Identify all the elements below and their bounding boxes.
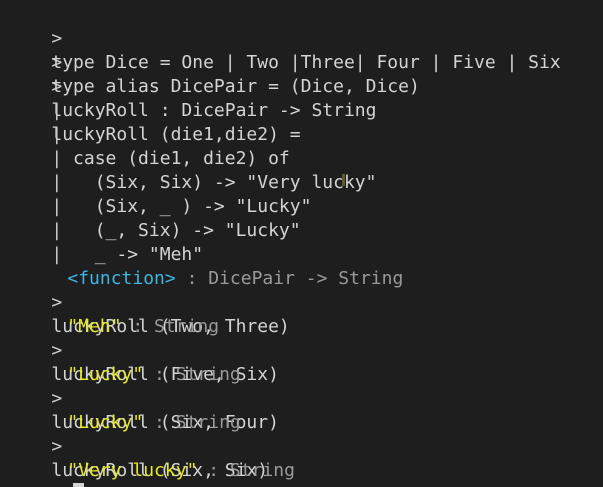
repl-input-line: > type alias DicePair = (Dice, Dice) xyxy=(8,27,419,97)
repl-input-line: > luckyRoll (Six, Four) xyxy=(8,363,279,433)
repl-input-line: > luckyRoll : DicePair -> String xyxy=(8,51,376,121)
repl-continuation-line: | (Six, _ ) -> "Lucky" xyxy=(8,147,311,217)
result-value: "Very lucky" xyxy=(67,460,198,481)
repl-continuation-line: | xyxy=(8,219,63,265)
code-text: (_, Six) -> "Lucky" xyxy=(51,220,301,241)
repl-input-line: > luckyRoll (Two, Three) xyxy=(8,267,289,337)
repl-active-prompt[interactable]: > xyxy=(8,459,85,487)
repl-result-line: "Lucky" : String xyxy=(24,387,240,433)
repl-input-line: > luckyRoll (Five, Six) xyxy=(8,315,279,385)
terminal-output[interactable]: > type Dice = One | Two |Three| Four | F… xyxy=(0,0,603,487)
repl-continuation-line: | luckyRoll (die1,die2) = xyxy=(8,75,300,145)
repl-result-line: <function> : DicePair -> String xyxy=(24,243,403,289)
repl-continuation-line: | (Six, Six) -> "Very lucky" xyxy=(8,123,376,193)
repl-continuation-line: | (_, Six) -> "Lucky" xyxy=(8,171,300,241)
repl-result-line: "Very lucky" : String xyxy=(24,435,295,481)
repl-continuation-line: | _ -> "Meh" xyxy=(8,195,203,265)
repl-continuation-line: | case (die1, die2) of xyxy=(8,99,289,169)
repl-result-line: "Meh" : String xyxy=(24,291,219,337)
text-cursor[interactable] xyxy=(73,483,85,487)
repl-input-line: > luckyRoll (Six, Six) xyxy=(8,411,268,481)
type-annotation: : String xyxy=(197,460,295,481)
repl-result-line: "Lucky" : String xyxy=(24,339,240,385)
rendering-artifact xyxy=(342,174,345,186)
repl-input-line: > type Dice = One | Two |Three| Four | F… xyxy=(8,3,560,73)
